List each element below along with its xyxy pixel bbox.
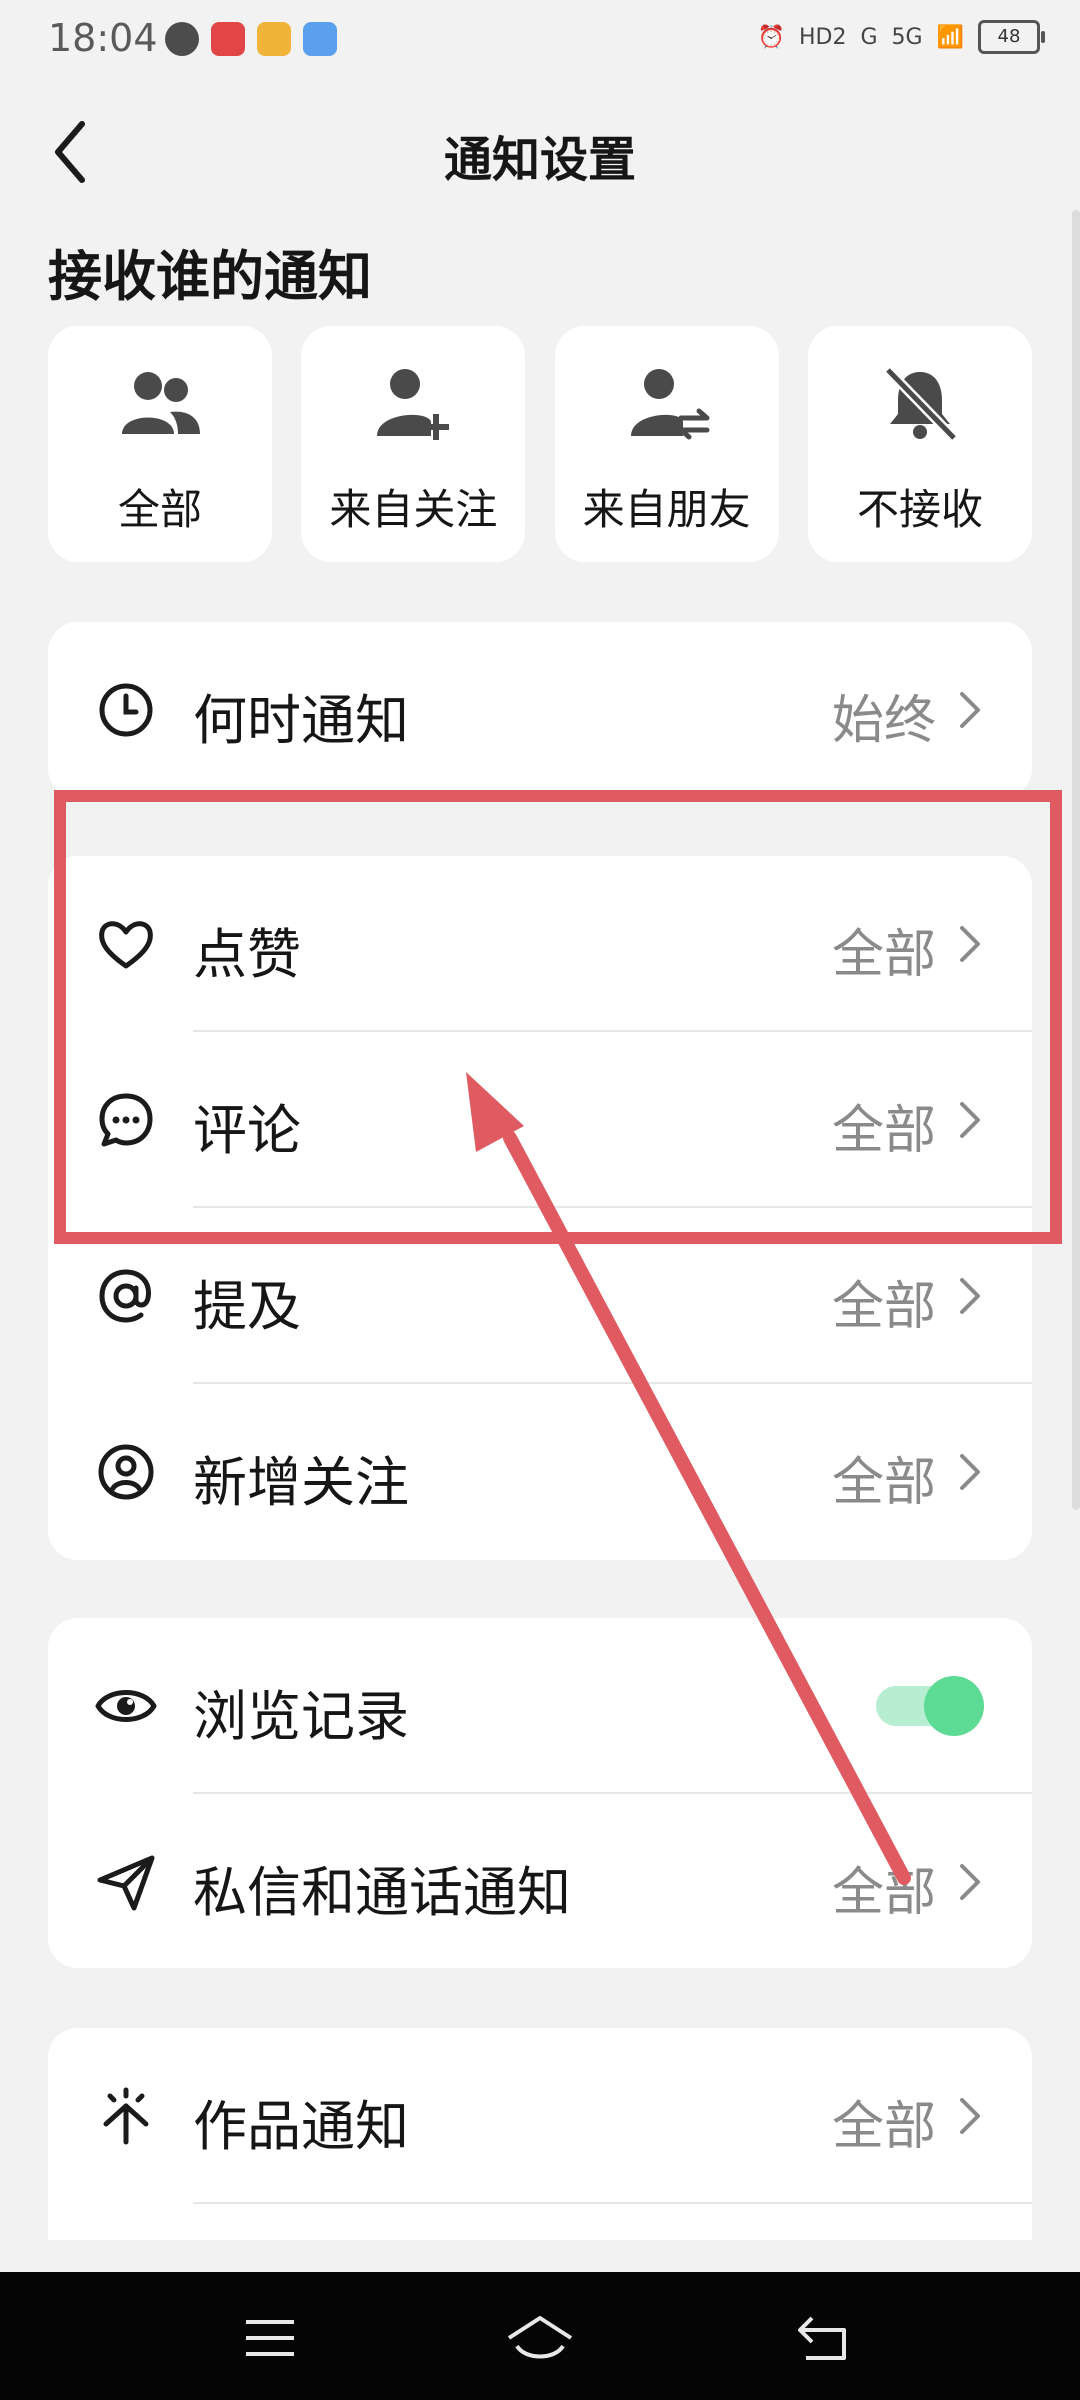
- navigation-header: 通知设置: [0, 100, 1080, 204]
- add-person-icon: [377, 369, 450, 440]
- clock-icon: [99, 683, 153, 737]
- status-time: 18:04: [48, 16, 158, 60]
- weibo-notification-icon: [257, 22, 291, 56]
- alarm-icon: ⏰: [757, 24, 785, 50]
- status-right: ⏰ HD2 G 5G 📶 48: [757, 20, 1045, 54]
- row-value: 全部: [831, 1453, 936, 1513]
- row-label: 何时通知: [193, 689, 409, 752]
- battery-icon: 48: [978, 20, 1045, 54]
- when-notify-card: 何时通知 始终: [48, 622, 1032, 798]
- wifi-icon: 📶: [936, 24, 964, 50]
- browse-history-row: 浏览记录: [48, 1618, 1032, 1794]
- network-5g-icon: 5G: [891, 24, 923, 50]
- at-icon: [99, 1269, 151, 1323]
- receiver-label: 来自关注: [329, 485, 498, 534]
- works-notify-row[interactable]: 作品通知 全部: [48, 2028, 1032, 2204]
- chevron-right-icon: [960, 692, 980, 728]
- receiver-option-following[interactable]: 来自关注: [301, 326, 526, 562]
- row-label: 新增关注: [193, 1451, 409, 1514]
- row-value: 始终: [831, 691, 936, 751]
- video-notification-icon: [211, 22, 245, 56]
- chevron-right-icon: [960, 1864, 980, 1900]
- eye-icon: [95, 1690, 157, 1722]
- row-label: 提及: [193, 1275, 301, 1338]
- network-g-icon: G: [860, 24, 878, 50]
- message-notify-card: 浏览记录 私信和通话通知 全部: [48, 1618, 1032, 1968]
- network-hd-icon: HD2: [799, 24, 847, 50]
- notification-icons: [165, 22, 337, 56]
- receiver-options: 全部 来自关注 来自朋友 不接收: [48, 326, 1032, 562]
- receiver-option-friends[interactable]: 来自朋友: [554, 326, 779, 562]
- chevron-right-icon: [960, 2098, 980, 2134]
- row-label: 私信和通话通知: [193, 1861, 571, 1924]
- receiver-label: 不接收: [856, 485, 983, 534]
- system-navigation-bar: [0, 2272, 1080, 2400]
- receiver-option-none[interactable]: 不接收: [807, 326, 1032, 562]
- chat-notification-icon: [165, 22, 199, 56]
- swap-person-icon: [630, 369, 710, 440]
- dm-call-row[interactable]: 私信和通话通知 全部: [48, 1794, 1032, 1968]
- row-label: 浏览记录: [193, 1685, 409, 1748]
- new-followers-row[interactable]: 新增关注 全部: [48, 1384, 1032, 1560]
- browse-history-toggle[interactable]: [876, 1676, 984, 1736]
- status-bar: 18:04 ⏰ HD2 G 5G 📶 48: [0, 0, 1080, 84]
- receive-section-title: 接收谁的通知: [48, 245, 372, 308]
- send-icon: [97, 1855, 155, 1911]
- receiver-option-all[interactable]: 全部: [48, 326, 272, 562]
- sparkle-icon: [103, 2087, 149, 2145]
- chevron-right-icon: [960, 1278, 980, 1314]
- row-value: 全部: [831, 1277, 936, 1337]
- row-value: 全部: [831, 1863, 936, 1923]
- app-notification-icon: [303, 22, 337, 56]
- user-circle-icon: [98, 1444, 154, 1500]
- when-notify-row[interactable]: 何时通知 始终: [48, 622, 1032, 798]
- page-title: 通知设置: [443, 132, 636, 188]
- works-notify-card: 作品通知 全部: [48, 2028, 1032, 2240]
- home-icon[interactable]: [505, 2308, 575, 2368]
- scrollbar[interactable]: [1072, 210, 1080, 1510]
- receiver-label: 全部: [117, 485, 202, 534]
- row-value: 全部: [831, 2097, 936, 2157]
- row-label: 作品通知: [193, 2095, 409, 2158]
- chevron-right-icon: [960, 1454, 980, 1490]
- bell-off-icon: [884, 366, 958, 442]
- toggle-knob: [924, 1676, 984, 1736]
- back-nav-icon[interactable]: [792, 2308, 852, 2368]
- divider: [193, 2202, 1032, 2204]
- receiver-label: 来自朋友: [582, 485, 751, 534]
- menu-icon[interactable]: [240, 2308, 300, 2368]
- annotation-highlight-box: [54, 790, 1062, 1244]
- people-icon: [122, 372, 200, 434]
